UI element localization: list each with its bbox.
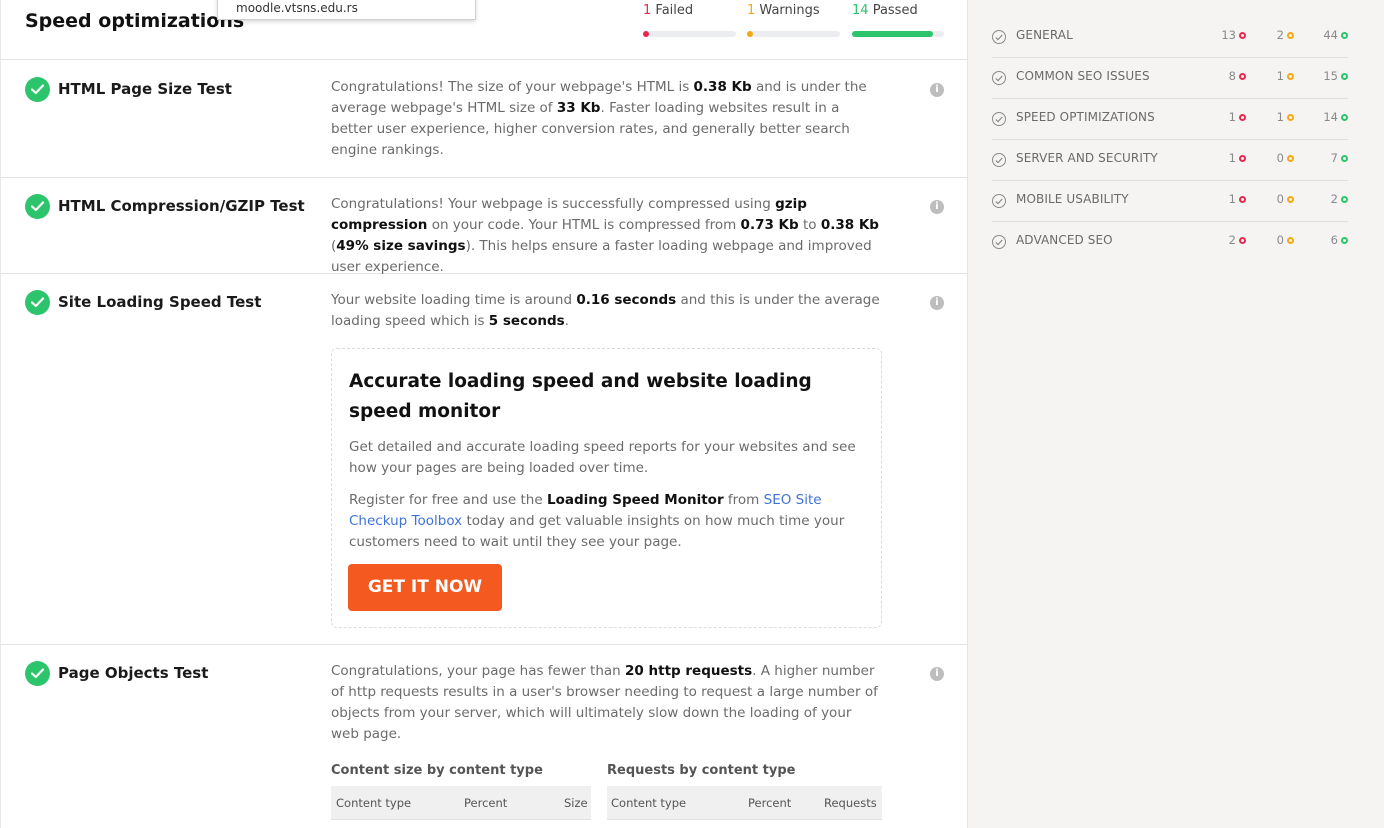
test-title: Page Objects Test	[58, 664, 209, 682]
speed-monitor-promo: Accurate loading speed and website loadi…	[331, 348, 882, 628]
check-circle-icon	[992, 30, 1006, 44]
passed-count: 6	[1308, 233, 1348, 247]
check-icon	[25, 77, 50, 102]
sidebar-item-general[interactable]: GENERAL 13 2 44	[992, 17, 1348, 58]
column-header: Percent	[464, 796, 508, 810]
column-header: Percent	[748, 796, 792, 810]
warning-dot-icon	[1287, 114, 1294, 121]
warning-dot-icon	[1287, 237, 1294, 244]
test-row-html-page-size: HTML Page Size Test Congratulations! The…	[1, 60, 968, 178]
failed-count: 8	[1206, 69, 1246, 83]
passed-dot-icon	[1341, 155, 1348, 162]
content-size-caption: Content size by content type	[331, 763, 543, 778]
sidebar-item-label: MOBILE USABILITY	[1016, 192, 1129, 206]
warning-dot-icon	[1287, 73, 1294, 80]
passed-dot-icon	[1341, 32, 1348, 39]
warnings-count: 0	[1254, 233, 1294, 247]
warnings-count: 2	[1254, 28, 1294, 42]
failed-count: 1	[1206, 110, 1246, 124]
passed-dot-icon	[1341, 237, 1348, 244]
warning-dot-icon	[1287, 155, 1294, 162]
passed-bar	[852, 31, 944, 37]
warnings-bar	[747, 31, 840, 37]
info-icon[interactable]: i	[930, 200, 944, 214]
failed-count: 2	[1206, 233, 1246, 247]
failed-count: 13	[1206, 28, 1246, 42]
get-it-now-button[interactable]: GET IT NOW	[348, 564, 502, 611]
passed-stat: 14 Passed	[852, 3, 918, 18]
passed-count: 14	[1308, 110, 1348, 124]
check-icon	[25, 194, 50, 219]
promo-title: Accurate loading speed and website loadi…	[349, 371, 812, 422]
requests-table-header: Content type Percent Requests	[607, 786, 882, 820]
sidebar-item-label: ADVANCED SEO	[1016, 233, 1113, 247]
sidebar-item-advanced-seo[interactable]: ADVANCED SEO 2 0 6	[992, 222, 1348, 263]
test-description: Congratulations! Your webpage is success…	[331, 196, 879, 275]
warnings-count: 0	[1254, 151, 1294, 165]
passed-count: 7	[1308, 151, 1348, 165]
passed-bar-fill	[852, 31, 933, 37]
info-icon[interactable]: i	[930, 667, 944, 681]
passed-dot-icon	[1341, 73, 1348, 80]
passed-count: 44	[1308, 28, 1348, 42]
section-header: Speed optimizations moodle.vtsns.edu.rs …	[1, 0, 968, 60]
requests-caption: Requests by content type	[607, 763, 796, 778]
sidebar-item-speed-optimizations[interactable]: SPEED OPTIMIZATIONS 1 1 14	[992, 99, 1348, 140]
sidebar-item-common-seo-issues[interactable]: COMMON SEO ISSUES 8 1 15	[992, 58, 1348, 99]
test-row-gzip: HTML Compression/GZIP Test Congratulatio…	[1, 178, 968, 275]
test-title: Site Loading Speed Test	[58, 293, 262, 311]
check-circle-icon	[992, 71, 1006, 85]
check-icon	[25, 290, 50, 315]
warnings-count: 0	[1254, 192, 1294, 206]
column-header: Size	[564, 796, 588, 810]
warnings-count: 1	[1254, 110, 1294, 124]
check-circle-icon	[992, 235, 1006, 249]
failed-dot-icon	[1239, 32, 1246, 39]
promo-text: Get detailed and accurate loading speed …	[349, 439, 856, 476]
check-circle-icon	[992, 194, 1006, 208]
info-icon[interactable]: i	[930, 83, 944, 97]
test-title: HTML Compression/GZIP Test	[58, 197, 305, 215]
url-tooltip: moodle.vtsns.edu.rs	[217, 0, 476, 20]
warning-dot-icon	[1287, 196, 1294, 203]
failed-count: 1	[1206, 192, 1246, 206]
failed-dot-icon	[1239, 237, 1246, 244]
info-icon[interactable]: i	[930, 296, 944, 310]
failed-stat: 1 Failed	[643, 3, 694, 18]
section-title: Speed optimizations	[25, 10, 245, 32]
test-title: HTML Page Size Test	[58, 80, 232, 98]
passed-dot-icon	[1341, 196, 1348, 203]
content-size-table-header: Content type Percent Size	[331, 786, 591, 820]
warnings-count: 1	[1254, 69, 1294, 83]
failed-dot-icon	[1239, 73, 1246, 80]
passed-count: 15	[1308, 69, 1348, 83]
check-circle-icon	[992, 153, 1006, 167]
failed-bar	[643, 31, 736, 37]
category-sidebar: GENERAL 13 2 44 COMMON SEO ISSUES 8 1 15 SPEED O…	[968, 0, 1384, 828]
sidebar-item-label: SERVER AND SECURITY	[1016, 151, 1158, 165]
failed-dot-icon	[1239, 196, 1246, 203]
test-description: Congratulations! The size of your webpag…	[331, 79, 867, 158]
failed-dot-icon	[1239, 155, 1246, 162]
warning-dot-icon	[1287, 32, 1294, 39]
failed-dot-icon	[1239, 114, 1246, 121]
sidebar-item-label: GENERAL	[1016, 28, 1073, 42]
test-description: Your website loading time is around 0.16…	[331, 292, 880, 329]
column-header: Requests	[824, 796, 877, 810]
promo-register-text: Register for free and use the Loading Sp…	[349, 492, 845, 550]
passed-count: 2	[1308, 192, 1348, 206]
sidebar-item-server-and-security[interactable]: SERVER AND SECURITY 1 0 7	[992, 140, 1348, 181]
column-header: Content type	[611, 796, 687, 810]
failed-count: 1	[1206, 151, 1246, 165]
sidebar-item-label: COMMON SEO ISSUES	[1016, 69, 1150, 83]
passed-dot-icon	[1341, 114, 1348, 121]
check-circle-icon	[992, 112, 1006, 126]
main-panel: Speed optimizations moodle.vtsns.edu.rs …	[0, 0, 968, 828]
check-icon	[25, 661, 50, 686]
sidebar-item-label: SPEED OPTIMIZATIONS	[1016, 110, 1155, 124]
column-header: Content type	[336, 796, 412, 810]
warnings-stat: 1 Warnings	[747, 3, 820, 18]
test-description: Congratulations, your page has fewer tha…	[331, 663, 878, 742]
sidebar-item-mobile-usability[interactable]: MOBILE USABILITY 1 0 2	[992, 181, 1348, 222]
